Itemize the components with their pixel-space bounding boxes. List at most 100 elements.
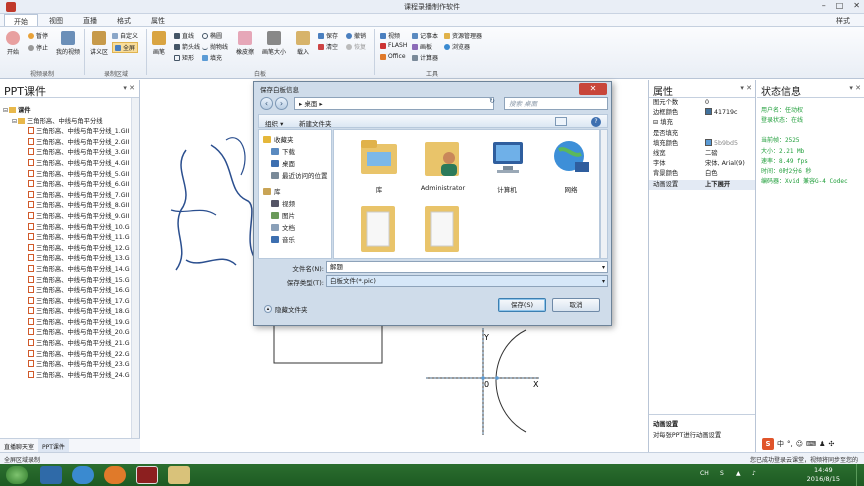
tree-file-item[interactable]: 三角形高、中线与角平分线_8.GII	[0, 201, 132, 212]
nav-libraries[interactable]: 库	[263, 186, 281, 196]
notepad-tool[interactable]: 记事本	[412, 31, 438, 40]
tree-file-item[interactable]: 三角形高、中线与角平分线_15.G	[0, 275, 132, 287]
show-desktop-button[interactable]	[856, 464, 864, 486]
file-item-network[interactable]: 网络	[542, 136, 599, 194]
fullscreen-area-button[interactable]: 全屏	[112, 42, 139, 53]
tab-view[interactable]: 视图	[40, 14, 72, 26]
nav-videos[interactable]: 视频	[271, 198, 295, 208]
tab-live[interactable]: 直播	[74, 14, 106, 26]
tree-file-item[interactable]: 三角形高、中线与角平分线_3.GII	[0, 148, 132, 159]
tree-file-item[interactable]: 三角形高、中线与角平分线_4.GII	[0, 158, 132, 170]
filename-input[interactable]: 解题 ▾	[326, 261, 608, 273]
clock[interactable]: 14:49 2016/8/15	[807, 466, 840, 484]
tree-file-item[interactable]: 三角形高、中线与角平分线_11.G	[0, 233, 132, 244]
tree-root[interactable]: ⊟ 课件	[0, 106, 132, 117]
panel-controls[interactable]: ▾ ✕	[849, 84, 861, 92]
file-item-library[interactable]: 库	[350, 136, 408, 194]
property-row[interactable]: 背景颜色 白色	[649, 169, 755, 179]
hide-folders-toggle[interactable]: ▴ 隐藏文件夹	[264, 304, 308, 314]
chevron-down-icon[interactable]: ▾	[602, 262, 605, 273]
start-button[interactable]	[6, 466, 28, 484]
insert-button[interactable]: 载入	[296, 31, 310, 56]
keyboard-icon[interactable]: ⌨	[806, 440, 816, 448]
panel-controls[interactable]: ▾ ✕	[740, 84, 752, 92]
back-button[interactable]: ‹	[260, 97, 273, 110]
tab-ppt-courseware[interactable]: PPT课件	[38, 439, 69, 452]
ime-mode-icon[interactable]: 中	[777, 439, 784, 449]
new-folder-button[interactable]: 新建文件夹	[299, 118, 332, 128]
tree-file-item[interactable]: 三角形高、中线与角平分线_2.GII	[0, 137, 132, 149]
tree-file-item[interactable]: 三角形高、中线与角平分线_22.G	[0, 349, 132, 361]
tab-format[interactable]: 格式	[108, 14, 140, 26]
calculator-tool[interactable]: 计算器	[412, 53, 438, 62]
punctuation-icon[interactable]: °,	[787, 440, 793, 448]
tree-file-item[interactable]: 三角形高、中线与角平分线_20.G	[0, 328, 132, 339]
tab-start[interactable]: 开始	[4, 14, 38, 26]
file-list-scrollbar[interactable]	[600, 129, 608, 259]
vertical-scrollbar[interactable]	[131, 98, 139, 438]
tab-properties[interactable]: 属性	[142, 14, 174, 26]
tree-file-item[interactable]: 三角形高、中线与角平分线_9.GII	[0, 211, 132, 223]
network-tray-icon[interactable]: ▲	[736, 470, 741, 477]
refresh-icon[interactable]: ↻	[486, 97, 498, 110]
property-row[interactable]: 动画设置 上下展开	[649, 179, 755, 190]
view-options-icon[interactable]	[555, 117, 567, 126]
pause-button[interactable]: 暂停	[28, 31, 48, 40]
my-video-button[interactable]: 我的视频	[56, 31, 80, 56]
browser-tool[interactable]: 浏览器	[444, 42, 470, 51]
undo-button[interactable]: 撤销	[346, 31, 366, 40]
chevron-down-icon[interactable]: ▾	[602, 276, 605, 287]
property-row[interactable]: 图元个数 0	[649, 98, 755, 108]
save-button[interactable]: 保存(S)	[498, 298, 546, 312]
file-explorer-icon[interactable]	[40, 466, 62, 484]
nav-pictures[interactable]: 图片	[271, 210, 295, 220]
nav-desktop[interactable]: 桌面	[271, 158, 295, 168]
emoji-icon[interactable]: ☺	[796, 440, 803, 448]
flash-tool[interactable]: FLASH	[380, 42, 407, 49]
tab-live-chat[interactable]: 直播聊天室	[0, 439, 38, 452]
sogou-ime-icon[interactable]: S	[762, 438, 774, 450]
tree-file-item[interactable]: 三角形高、中线与角平分线_24.G	[0, 370, 132, 382]
property-row[interactable]: 填充颜色 5b9bd5	[649, 138, 755, 149]
shirt-icon[interactable]: ✣	[828, 440, 834, 448]
parabola-tool[interactable]: 抛物线	[202, 42, 228, 51]
user-icon[interactable]: ♟	[819, 440, 825, 448]
panel-controls[interactable]: ▾ ✕	[123, 84, 135, 92]
organize-menu[interactable]: 组织 ▾	[265, 118, 283, 128]
tree-folder[interactable]: ⊟ 三角形高、中线与角平分线	[0, 117, 132, 128]
tree-file-item[interactable]: 三角形高、中线与角平分线_7.GII	[0, 190, 132, 202]
nav-downloads[interactable]: 下载	[271, 146, 295, 156]
tree-file-item[interactable]: 三角形高、中线与角平分线_19.G	[0, 317, 132, 329]
search-input[interactable]: 搜索 桌面	[504, 97, 608, 110]
video-tool[interactable]: 视频	[380, 31, 400, 40]
clear-board-button[interactable]: 清空	[318, 42, 338, 51]
tree-file-item[interactable]: 三角形高、中线与角平分线_14.G	[0, 264, 132, 276]
ellipse-tool[interactable]: 椭圆	[202, 31, 222, 40]
rectangle-tool[interactable]: 矩形	[174, 53, 194, 62]
save-board-button[interactable]: 保存	[318, 31, 338, 40]
filetype-select[interactable]: 白板文件(*.pic) ▾	[326, 275, 608, 287]
cancel-button[interactable]: 取消	[552, 298, 600, 312]
close-button[interactable]: ✕	[853, 1, 860, 10]
line-tool[interactable]: 直线	[174, 31, 194, 40]
tree-file-item[interactable]: 三角形高、中线与角平分线_13.G	[0, 254, 132, 265]
start-record-button[interactable]: 开始	[6, 31, 20, 56]
tree-file-item[interactable]: 三角形高、中线与角平分线_1.GII	[0, 127, 132, 138]
file-item-computer[interactable]: 计算机	[478, 136, 536, 194]
eraser-button[interactable]: 橡皮擦	[236, 31, 254, 56]
dialog-close-button[interactable]: ✕	[579, 83, 607, 95]
nav-favorites[interactable]: 收藏夹	[263, 134, 294, 144]
tree-file-item[interactable]: 三角形高、中线与角平分线_16.G	[0, 286, 132, 297]
tree-file-item[interactable]: 三角形高、中线与角平分线_5.GII	[0, 169, 132, 181]
property-row[interactable]: 线宽 二磅	[649, 149, 755, 159]
sogou-tray-icon[interactable]: S	[720, 470, 724, 477]
nav-documents[interactable]: 文档	[271, 222, 295, 232]
address-bar[interactable]: ▸ 桌面 ▸	[294, 97, 494, 110]
file-item-folder[interactable]	[350, 200, 408, 258]
lecture-area-button[interactable]: 讲义区	[90, 31, 108, 56]
stop-button[interactable]: 停止	[28, 43, 48, 52]
custom-area-button[interactable]: 自定义	[112, 31, 138, 40]
nav-recent[interactable]: 最近访问的位置	[271, 170, 328, 180]
maximize-button[interactable]: □	[836, 1, 844, 10]
firefox-icon[interactable]	[104, 466, 126, 484]
